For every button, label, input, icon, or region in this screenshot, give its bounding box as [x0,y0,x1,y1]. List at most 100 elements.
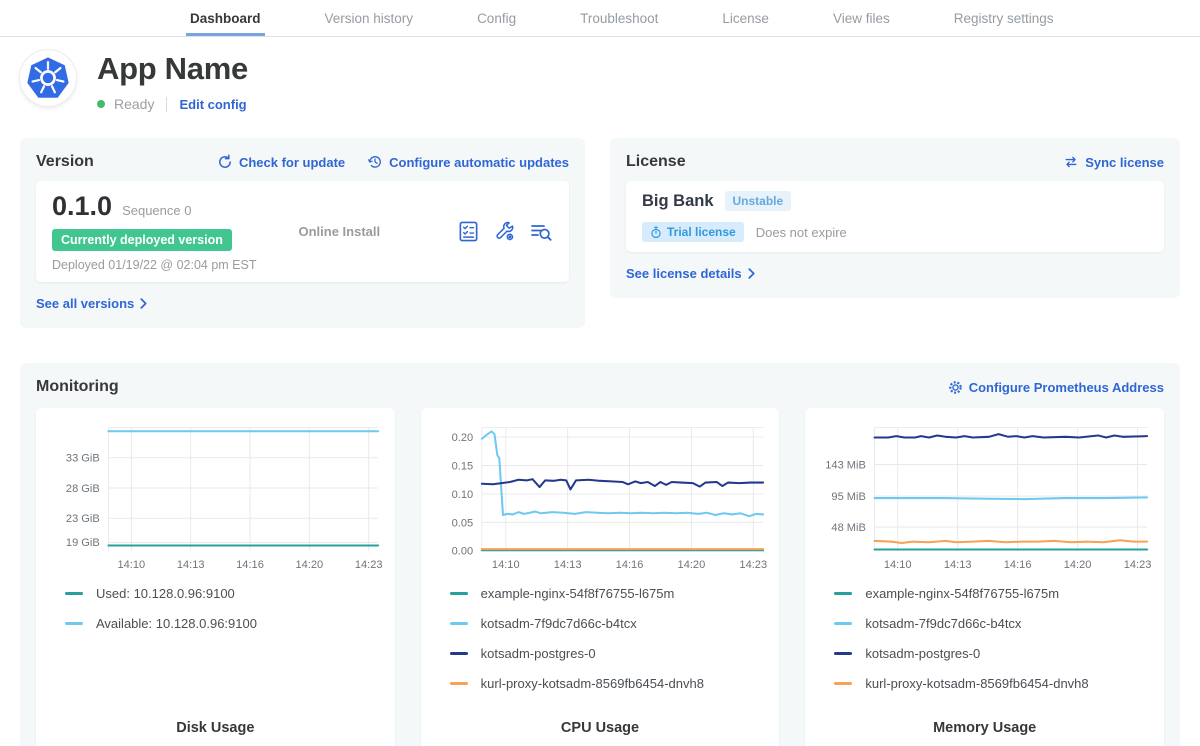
license-card: License Sync license Big Bank Unstable [610,138,1180,298]
sync-arrows-icon [1063,155,1079,169]
svg-text:14:20: 14:20 [295,559,323,571]
svg-text:14:13: 14:13 [944,559,972,571]
legend-item: kurl-proxy-kotsadm-8569fb6454-dnvh8 [450,676,751,691]
trial-license-badge: Trial license [642,222,744,242]
license-card-title: License [626,153,686,171]
kubernetes-logo-icon [20,50,76,106]
chart-title: Memory Usage [810,712,1159,736]
chevron-right-icon [140,298,147,309]
page-title: App Name [97,51,248,87]
legend-item: Used: 10.128.0.96:9100 [65,586,366,601]
legend-item: kurl-proxy-kotsadm-8569fb6454-dnvh8 [834,676,1135,691]
cpu-usage-chart: 0.200.150.100.050.0014:1014:1314:1614:20… [426,416,775,578]
channel-badge: Unstable [725,191,792,211]
svg-text:0.05: 0.05 [451,517,473,529]
legend-label: Available: 10.128.0.96:9100 [96,616,257,631]
legend-label: kotsadm-7f9dc7d66c-b4tcx [481,616,637,631]
svg-text:0.15: 0.15 [451,460,473,472]
edit-config-link[interactable]: Edit config [179,97,246,112]
svg-text:48 MiB: 48 MiB [832,522,866,534]
sync-license-link[interactable]: Sync license [1063,155,1164,170]
svg-text:0.10: 0.10 [451,489,473,501]
clock-history-icon [367,154,383,170]
legend-label: kotsadm-postgres-0 [865,646,980,661]
svg-text:14:20: 14:20 [1064,559,1092,571]
svg-text:95 MiB: 95 MiB [832,491,866,503]
svg-text:28 GiB: 28 GiB [66,483,100,495]
legend-dash-icon [450,622,468,625]
legend-dash-icon [450,592,468,595]
svg-text:0.20: 0.20 [451,432,473,444]
svg-text:0.00: 0.00 [451,546,473,558]
legend-dash-icon [834,592,852,595]
disk-usage-panel: 33 GiB28 GiB23 GiB19 GiB14:1014:1314:161… [36,408,395,746]
current-version-box: 0.1.0 Sequence 0 Currently deployed vers… [36,181,569,282]
tab-license[interactable]: License [718,1,773,36]
memory-usage-chart: 143 MiB95 MiB48 MiB14:1014:1314:1614:201… [810,416,1159,578]
deploy-logs-icon[interactable] [529,220,553,244]
legend-item: example-nginx-54f8f76755-l675m [450,586,751,601]
legend-dash-icon [834,652,852,655]
chevron-right-icon [748,268,755,279]
license-expiry: Does not expire [756,225,847,240]
legend-label: example-nginx-54f8f76755-l675m [481,586,675,601]
monitoring-title: Monitoring [36,378,119,396]
svg-text:14:13: 14:13 [553,559,581,571]
refresh-icon [217,154,233,170]
svg-text:14:16: 14:16 [615,559,643,571]
tab-troubleshoot[interactable]: Troubleshoot [576,1,662,36]
legend-item: Available: 10.128.0.96:9100 [65,616,366,631]
legend-item: example-nginx-54f8f76755-l675m [834,586,1135,601]
memory-usage-panel: 143 MiB95 MiB48 MiB14:1014:1314:1614:201… [805,408,1164,746]
legend-dash-icon [834,622,852,625]
svg-text:14:16: 14:16 [1004,559,1032,571]
legend-item: kotsadm-postgres-0 [450,646,751,661]
edit-config-wrench-icon[interactable] [493,220,516,243]
tab-registry-settings[interactable]: Registry settings [950,1,1058,36]
legend-label: kurl-proxy-kotsadm-8569fb6454-dnvh8 [481,676,704,691]
stopwatch-icon [650,226,662,239]
chart-title: CPU Usage [426,712,775,736]
configure-prometheus-link[interactable]: Configure Prometheus Address [948,380,1164,395]
svg-text:19 GiB: 19 GiB [66,537,100,549]
chart-legend: Used: 10.128.0.96:9100 Available: 10.128.… [41,578,390,646]
svg-text:14:23: 14:23 [739,559,767,571]
preflight-checks-icon[interactable] [457,220,480,243]
legend-item: kotsadm-postgres-0 [834,646,1135,661]
svg-text:14:16: 14:16 [236,559,264,571]
svg-text:14:10: 14:10 [118,559,146,571]
tab-version-history[interactable]: Version history [321,1,418,36]
configure-automatic-updates-link[interactable]: Configure automatic updates [367,154,569,170]
legend-label: Used: 10.128.0.96:9100 [96,586,235,601]
deployed-timestamp: Deployed 01/19/22 @ 02:04 pm EST [52,258,256,272]
cpu-usage-panel: 0.200.150.100.050.0014:1014:1314:1614:20… [421,408,780,746]
svg-text:33 GiB: 33 GiB [66,453,100,465]
legend-dash-icon [65,622,83,625]
chart-legend: example-nginx-54f8f76755-l675m kotsadm-7f… [426,578,775,706]
legend-dash-icon [65,592,83,595]
legend-dash-icon [450,652,468,655]
see-license-details-link[interactable]: See license details [626,266,755,281]
top-nav: Dashboard Version history Config Troublesho… [0,0,1200,37]
version-card: Version Check for update Configure au [20,138,585,328]
legend-dash-icon [450,682,468,685]
status-text: Ready [114,96,154,112]
see-all-versions-link[interactable]: See all versions [36,296,147,311]
status-dot [97,100,105,108]
svg-text:23 GiB: 23 GiB [66,513,100,525]
svg-text:14:10: 14:10 [884,559,912,571]
svg-text:14:10: 14:10 [492,559,520,571]
divider [166,97,167,112]
tab-config[interactable]: Config [473,1,520,36]
tab-dashboard[interactable]: Dashboard [186,1,265,36]
legend-item: kotsadm-7f9dc7d66c-b4tcx [450,616,751,631]
version-card-title: Version [36,153,94,171]
tab-view-files[interactable]: View files [829,1,894,36]
chart-title: Disk Usage [41,712,390,736]
license-detail-box: Big Bank Unstable Trial license Does not… [626,181,1164,252]
sequence-label: Sequence 0 [122,203,191,218]
svg-text:14:23: 14:23 [1124,559,1152,571]
customer-name: Big Bank [642,192,714,211]
check-for-update-link[interactable]: Check for update [217,154,345,170]
gear-icon [948,380,963,395]
